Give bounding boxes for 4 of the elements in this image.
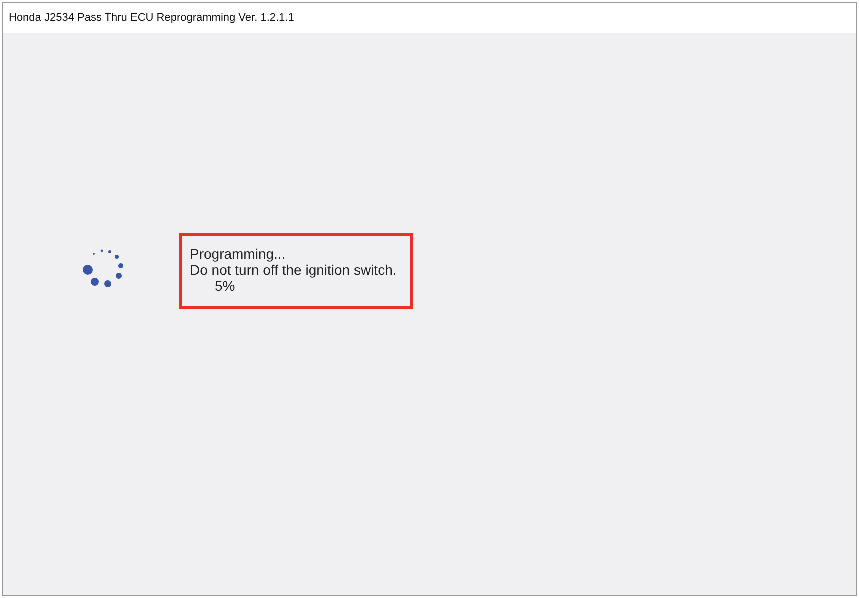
window-title: Honda J2534 Pass Thru ECU Reprogramming Ver. 1.2.1.1: [9, 12, 294, 24]
status-text: Do not turn off the ignition switch.: [190, 262, 398, 278]
progress-percent: 5%: [214, 278, 236, 294]
status-text: Programming...: [190, 246, 287, 262]
